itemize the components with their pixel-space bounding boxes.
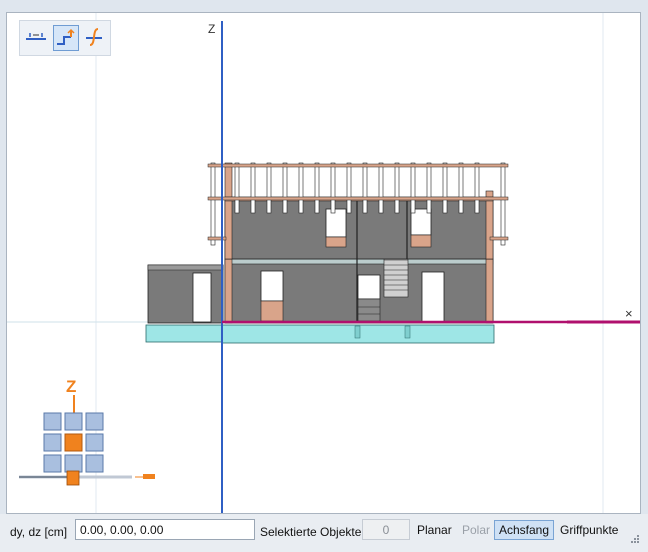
griffpunkte-toggle[interactable]: Griffpunkte <box>556 520 622 540</box>
resize-grip-icon[interactable] <box>630 534 640 544</box>
coord-input[interactable]: 0.00, 0.00, 0.00 <box>75 519 255 540</box>
section-drawing: Z × Z <box>7 13 640 513</box>
upper-floor-wall <box>224 198 494 260</box>
nav-tile <box>64 412 83 431</box>
view-tool-strip <box>19 20 111 56</box>
nav-z-label: Z <box>66 377 76 396</box>
app-window: Z × Z dy, dz [cm] 0.00, 0.00, 0.00 Selek… <box>0 0 648 552</box>
selected-count-field: 0 <box>362 519 410 540</box>
planar-toggle[interactable]: Planar <box>413 520 456 540</box>
nav-tile-center <box>64 433 83 452</box>
ground-door-mid <box>357 274 381 300</box>
view-navigation-widget: Z <box>19 377 155 486</box>
cad-viewport[interactable]: Z × Z <box>6 12 641 514</box>
annex-door <box>192 272 212 323</box>
nav-tile <box>85 454 104 473</box>
curve-icon[interactable] <box>82 25 108 51</box>
nav-tile <box>43 454 62 473</box>
nav-tile <box>43 433 62 452</box>
nav-tile <box>85 433 104 452</box>
annex-wall <box>147 264 224 324</box>
upper-window-left <box>325 208 347 238</box>
polar-toggle[interactable]: Polar <box>458 520 494 540</box>
level-icon[interactable] <box>24 25 50 51</box>
selected-objects-label: Selektierte Objekte <box>260 525 362 539</box>
foundation-left <box>145 324 223 343</box>
ground-door-right <box>421 271 445 323</box>
step-icon[interactable] <box>53 25 79 51</box>
ground-window <box>260 270 284 302</box>
status-bar: dy, dz [cm] 0.00, 0.00, 0.00 Selektierte… <box>0 514 648 552</box>
nav-slider-handle <box>66 470 80 486</box>
coord-label: dy, dz [cm] <box>10 525 68 539</box>
nav-tile <box>43 412 62 431</box>
z-axis-label: Z <box>208 22 215 36</box>
nav-tile <box>85 412 104 431</box>
achsfang-toggle[interactable]: Achsfang <box>494 520 555 540</box>
staircase <box>383 254 409 298</box>
nav-tile <box>64 454 83 473</box>
axis-end-mark: × <box>625 306 633 321</box>
